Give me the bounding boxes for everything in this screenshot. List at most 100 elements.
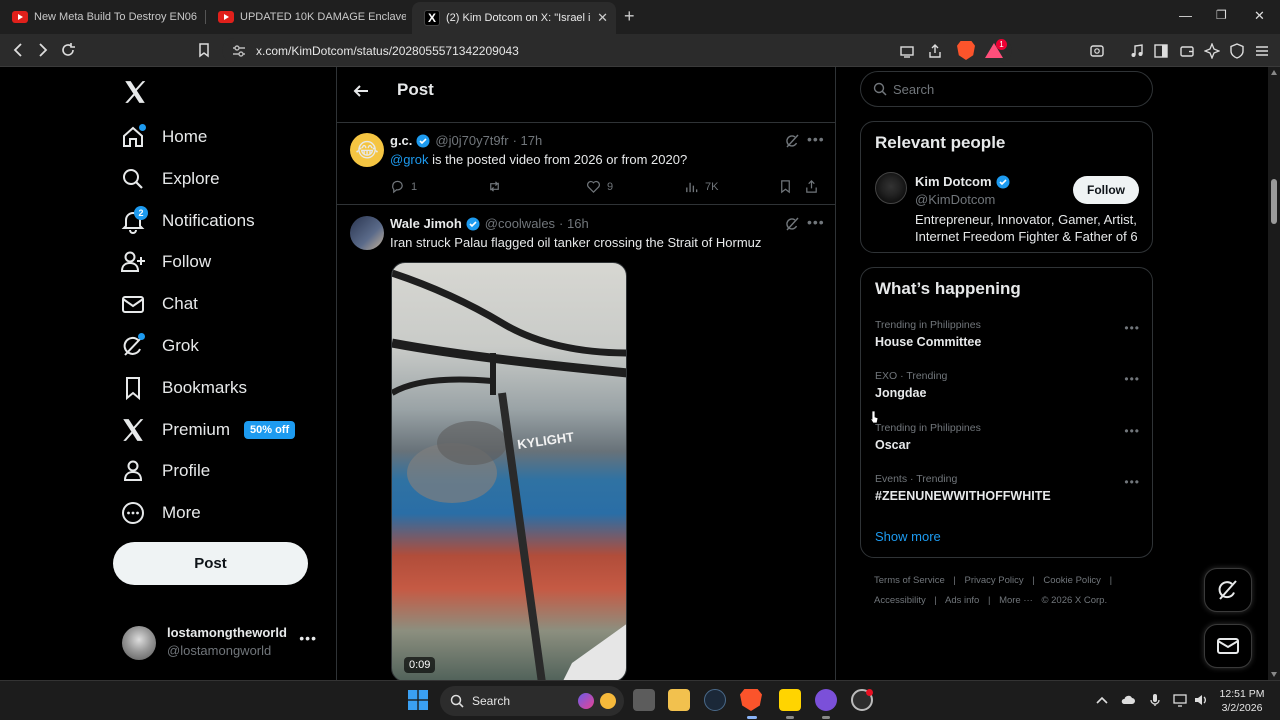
leo-ai-icon[interactable] (1204, 43, 1220, 59)
more-dots-icon[interactable]: ••• (807, 131, 825, 147)
author-name[interactable]: g.c. (390, 133, 412, 148)
brave-browser-icon[interactable] (740, 689, 762, 711)
nav-grok[interactable]: Grok (120, 326, 199, 366)
site-settings-icon[interactable] (232, 44, 246, 58)
chat-app-icon[interactable] (815, 689, 837, 711)
close-tab-icon[interactable]: ✕ (597, 10, 608, 26)
trend-item[interactable]: Trending in Philippines Oscar ••• (875, 422, 1140, 452)
post-button[interactable]: Post (113, 542, 308, 585)
grok-explain-icon[interactable] (784, 216, 800, 232)
sidebar-icon[interactable] (1153, 43, 1169, 59)
more-dots-icon[interactable]: ••• (1124, 475, 1140, 489)
volume-icon[interactable] (1193, 692, 1209, 708)
reply-action[interactable]: 1 (390, 179, 417, 194)
views-action[interactable]: 7K (684, 179, 718, 194)
grok-explain-icon[interactable] (784, 133, 800, 149)
minimize-icon[interactable]: — (1179, 8, 1192, 23)
system-clock[interactable]: 12:51 PM 3/2/2026 (1214, 687, 1270, 715)
nav-chat[interactable]: Chat (120, 284, 198, 324)
mention-link[interactable]: @grok (390, 152, 429, 167)
avatar[interactable] (350, 216, 384, 250)
nav-premium[interactable]: Premium 50% off (120, 410, 296, 450)
repost-action[interactable] (487, 179, 508, 194)
share-icon[interactable] (927, 43, 943, 59)
windows-start-icon[interactable] (408, 690, 428, 710)
x-logo-icon[interactable] (122, 79, 148, 105)
restore-icon[interactable]: ❐ (1216, 8, 1227, 22)
footer-link-privacy[interactable]: Privacy Policy (965, 575, 1024, 586)
nav-notifications[interactable]: 2 Notifications (120, 201, 255, 241)
more-dots-icon[interactable]: ••• (1124, 321, 1140, 335)
nav-follow[interactable]: Follow (120, 242, 211, 282)
browser-tab-1[interactable]: New Meta Build To Destroy EN06 Sh (0, 4, 200, 30)
person-handle[interactable]: @KimDotcom (915, 192, 995, 207)
footer-link-more[interactable]: More ··· (999, 595, 1033, 606)
new-tab-button[interactable]: + (624, 6, 635, 27)
messages-floating-button[interactable] (1204, 624, 1252, 668)
cast-icon[interactable] (899, 43, 915, 59)
window-close-icon[interactable]: ✕ (1254, 8, 1265, 24)
nav-more[interactable]: More (120, 493, 201, 533)
author-handle[interactable]: @coolwales (485, 216, 555, 231)
browser-tab-active[interactable]: X (2) Kim Dotcom on X: "Israel is to ✕ (412, 2, 616, 34)
footer-link-ads[interactable]: Ads info (945, 595, 979, 606)
grok-floating-button[interactable] (1204, 568, 1252, 612)
bookmark-page-icon[interactable] (197, 42, 211, 58)
nav-bookmarks[interactable]: Bookmarks (120, 368, 247, 408)
avatar[interactable] (875, 172, 907, 204)
more-dots-icon[interactable]: ••• (1124, 372, 1140, 386)
browser-tab-2[interactable]: UPDATED 10K DAMAGE Enclave Plas (206, 4, 406, 30)
address-bar[interactable]: x.com/KimDotcom/status/20280555713422090… (222, 38, 1012, 63)
sticky-notes-icon[interactable] (779, 689, 801, 711)
video-player[interactable]: KYLIGHT 0:09 (391, 262, 627, 680)
screenshot-icon[interactable] (1089, 43, 1105, 59)
footer-link-cookies[interactable]: Cookie Policy (1043, 575, 1101, 586)
reload-icon[interactable] (60, 42, 76, 58)
back-arrow-icon[interactable] (351, 81, 371, 101)
scrollbar-thumb[interactable] (1271, 179, 1277, 224)
post-time[interactable]: · 17h (513, 133, 543, 148)
trend-item[interactable]: Events · Trending #ZEENUNEWWITHOFFWHITE … (875, 473, 1140, 503)
menu-icon[interactable] (1254, 43, 1270, 59)
trend-item[interactable]: EXO · Trending Jongdae ••• (875, 370, 1140, 400)
more-dots-icon[interactable]: ••• (807, 214, 825, 230)
more-dots-icon[interactable]: ••• (299, 630, 317, 646)
task-view-icon[interactable] (633, 689, 655, 711)
avatar[interactable]: 😂 (350, 133, 384, 167)
file-explorer-icon[interactable] (668, 689, 690, 711)
tray-overflow-chevron-icon[interactable] (1094, 692, 1110, 708)
reply-post[interactable]: 😂 g.c. @j0j70y7t9fr · 17h @grok is the p… (337, 123, 835, 205)
wallet-icon[interactable] (1179, 43, 1195, 59)
footer-link-terms[interactable]: Terms of Service (874, 575, 945, 586)
taskbar-search[interactable]: Search (440, 686, 624, 716)
trend-item[interactable]: Trending in Philippines House Committee … (875, 319, 1140, 349)
footer-separator: | (1032, 575, 1035, 586)
media-icon[interactable] (1129, 43, 1145, 59)
vpn-icon[interactable] (1229, 43, 1245, 59)
share-action[interactable] (804, 179, 825, 194)
more-dots-icon[interactable]: ••• (1124, 424, 1140, 438)
scroll-down-arrow-icon[interactable] (1271, 672, 1277, 677)
back-icon[interactable] (11, 42, 25, 58)
forward-icon[interactable] (36, 42, 50, 58)
steam-icon[interactable] (704, 689, 726, 711)
nav-explore[interactable]: Explore (120, 159, 220, 199)
account-switcher[interactable]: lostamongtheworld @lostamongworld ••• (122, 624, 322, 664)
show-more-link[interactable]: Show more (875, 529, 941, 544)
network-icon[interactable] (1172, 692, 1188, 708)
footer-link-accessibility[interactable]: Accessibility (874, 595, 926, 606)
microphone-icon[interactable] (1147, 692, 1163, 708)
scroll-up-arrow-icon[interactable] (1271, 70, 1277, 75)
page-scrollbar[interactable] (1268, 67, 1280, 680)
search-input[interactable]: Search (860, 71, 1153, 107)
nav-home[interactable]: Home (120, 117, 207, 157)
author-name[interactable]: Wale Jimoh (390, 216, 462, 231)
person-name[interactable]: Kim Dotcom (915, 174, 992, 189)
nav-profile[interactable]: Profile (120, 451, 210, 491)
post-time[interactable]: · 16h (559, 216, 589, 231)
follow-button[interactable]: Follow (1073, 176, 1139, 204)
onedrive-cloud-icon[interactable] (1120, 692, 1136, 708)
author-handle[interactable]: @j0j70y7t9fr (435, 133, 508, 148)
like-action[interactable]: 9 (586, 179, 613, 194)
bookmark-action[interactable] (778, 179, 799, 194)
